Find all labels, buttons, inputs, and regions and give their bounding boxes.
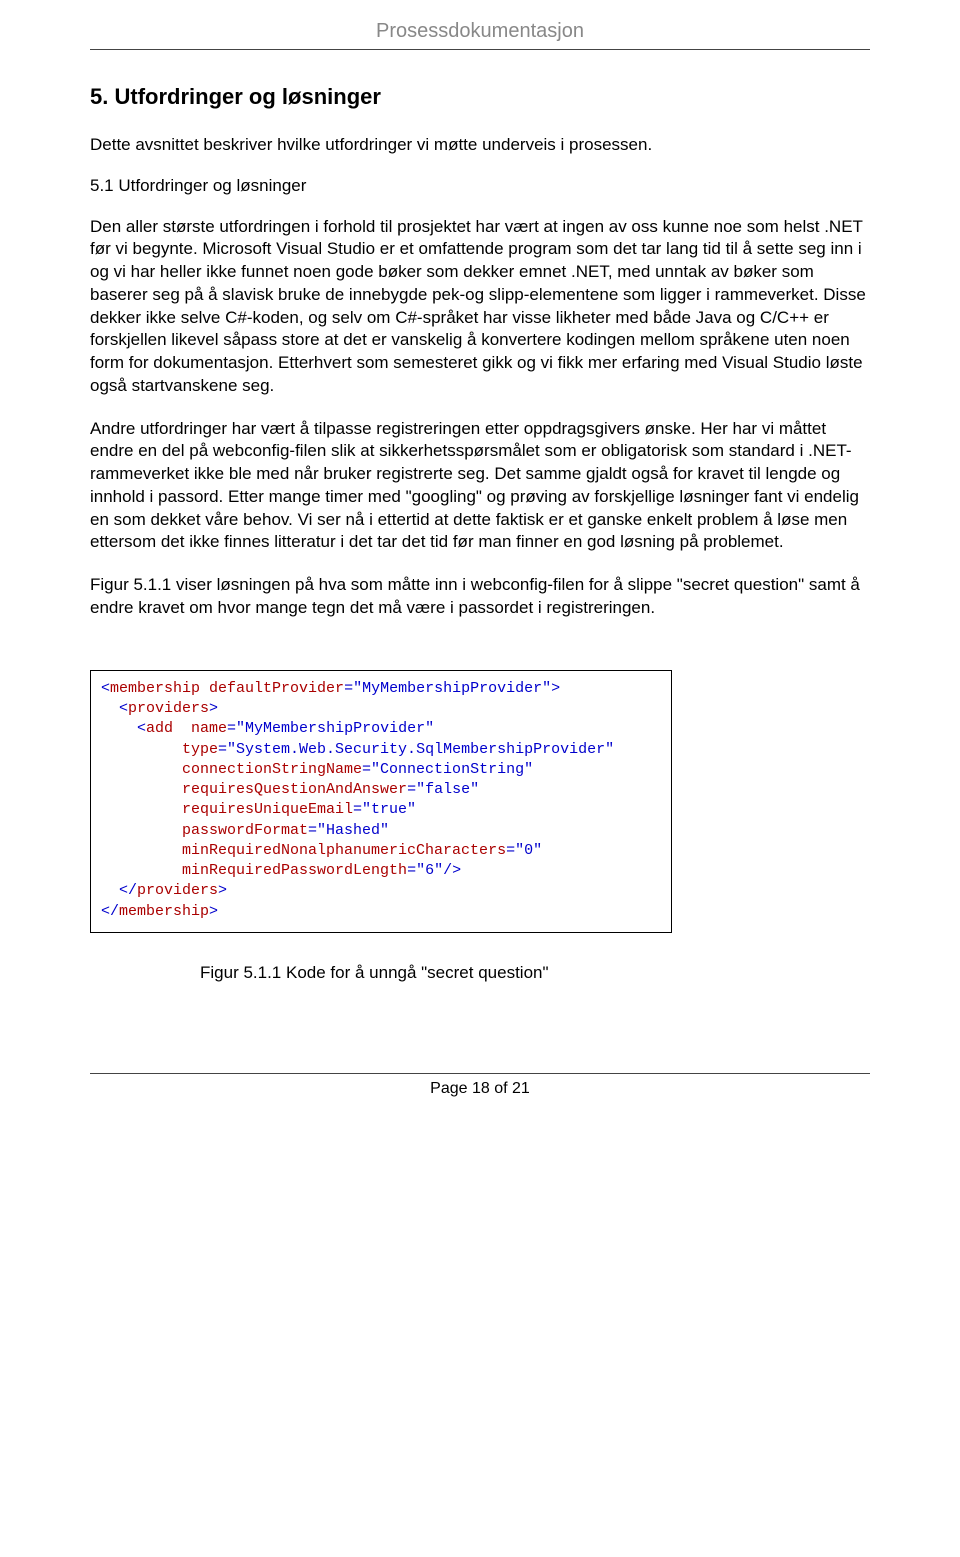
- code-token: ="MyMembershipProvider">: [344, 680, 560, 697]
- code-token: </: [101, 882, 137, 899]
- code-token: ="6"/>: [407, 862, 461, 879]
- code-token: minRequiredNonalphanumericCharacters: [101, 842, 506, 859]
- page-number: Page 18 of 21: [430, 1080, 530, 1097]
- section-number: 5.: [90, 84, 108, 109]
- document-header: Prosessdokumentasjon: [90, 20, 870, 50]
- code-token: </: [101, 903, 119, 920]
- code-token: ="0": [506, 842, 542, 859]
- subsection-number: 5.1: [90, 176, 114, 195]
- code-token: ="false": [407, 781, 479, 798]
- section-title: Utfordringer og løsninger: [114, 84, 380, 109]
- code-token: <: [101, 680, 110, 697]
- code-token: passwordFormat: [101, 822, 308, 839]
- page-footer: Page 18 of 21: [90, 1073, 870, 1098]
- code-token: name: [173, 720, 227, 737]
- code-token: requiresUniqueEmail: [101, 801, 353, 818]
- code-token: ="Hashed": [308, 822, 389, 839]
- subsection-heading: 5.1 Utfordringer og løsninger: [90, 175, 870, 198]
- code-token: >: [218, 882, 227, 899]
- code-token: providers: [137, 882, 218, 899]
- code-token: defaultProvider: [200, 680, 344, 697]
- document-page: Prosessdokumentasjon 5. Utfordringer og …: [0, 0, 960, 1138]
- code-token: providers: [128, 700, 209, 717]
- code-token: ="MyMembershipProvider": [227, 720, 434, 737]
- code-token: <: [101, 720, 146, 737]
- code-token: ="System.Web.Security.SqlMembershipProvi…: [218, 741, 614, 758]
- header-title: Prosessdokumentasjon: [376, 20, 584, 42]
- code-token: type: [101, 741, 218, 758]
- code-token: connectionStringName: [101, 761, 362, 778]
- code-token: ="ConnectionString": [362, 761, 533, 778]
- code-token: membership: [119, 903, 209, 920]
- code-token: membership: [110, 680, 200, 697]
- figure-caption: Figur 5.1.1 Kode for å unngå "secret que…: [200, 963, 870, 983]
- code-token: minRequiredPasswordLength: [101, 862, 407, 879]
- code-token: ="true": [353, 801, 416, 818]
- code-token: >: [209, 903, 218, 920]
- code-token: add: [146, 720, 173, 737]
- code-token: >: [209, 700, 218, 717]
- paragraph-1: Den aller største utfordringen i forhold…: [90, 216, 870, 398]
- code-block: <membership defaultProvider="MyMembershi…: [90, 670, 672, 933]
- code-token: requiresQuestionAndAnswer: [101, 781, 407, 798]
- paragraph-2: Andre utfordringer har vært å tilpasse r…: [90, 418, 870, 555]
- code-token: <: [101, 700, 128, 717]
- subsection-title: Utfordringer og løsninger: [118, 176, 306, 195]
- section-heading: 5. Utfordringer og løsninger: [90, 84, 870, 110]
- paragraph-3: Figur 5.1.1 viser løsningen på hva som m…: [90, 574, 870, 620]
- section-intro: Dette avsnittet beskriver hvilke utfordr…: [90, 134, 870, 157]
